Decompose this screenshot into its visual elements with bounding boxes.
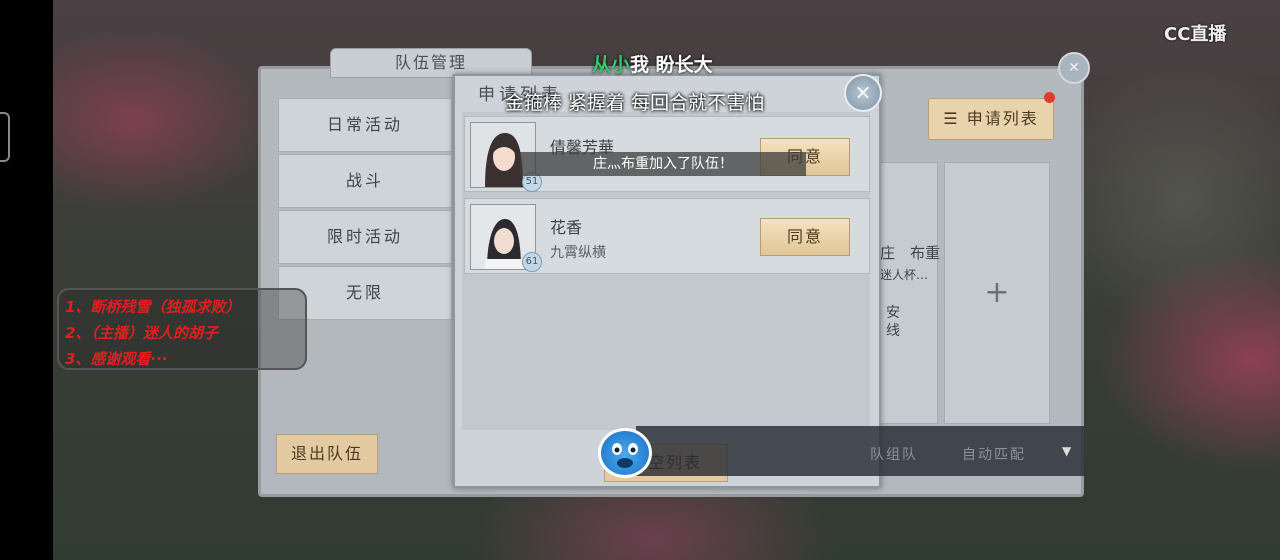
- requester-guild: 九霄纵横: [550, 245, 606, 261]
- menu-item-limited[interactable]: 限时活动: [278, 210, 452, 264]
- mascot-icon[interactable]: [598, 428, 652, 478]
- team-formation-label[interactable]: 队组队: [870, 444, 918, 464]
- panel-close-icon[interactable]: ✕: [1058, 52, 1090, 84]
- note-line-3: 3、感谢观看···: [65, 350, 168, 368]
- notification-dot: [1044, 92, 1055, 103]
- join-toast: 庄灬布重加入了队伍！: [520, 152, 806, 176]
- chevron-down-icon[interactable]: ▼: [1062, 444, 1071, 458]
- member-line4: 线: [886, 323, 900, 339]
- apply-list-button[interactable]: ☰ 申请列表: [928, 98, 1054, 140]
- member-name: 庄 布重: [880, 244, 941, 262]
- close-icon[interactable]: ×: [844, 74, 882, 112]
- apply-list-label: 申请列表: [966, 109, 1039, 128]
- lyric-rest: 我 盼长大: [630, 54, 713, 76]
- menu-item-daily[interactable]: 日常活动: [278, 98, 452, 152]
- lyric-highlight: 从小: [592, 54, 631, 76]
- level-badge: 61: [522, 252, 542, 272]
- lyric-line-2: 金箍棒 紧握着 每回合就不害怕: [505, 92, 765, 114]
- member-line2: 迷人杯…: [880, 268, 929, 282]
- streamer-notes: 1、断桥残雪（独孤求败） 2、（主播）迷人的胡子 3、感谢观看···: [57, 288, 307, 370]
- side-handle[interactable]: [0, 112, 10, 162]
- add-member-slot[interactable]: +: [944, 162, 1050, 424]
- requester-name: 花香: [550, 218, 583, 237]
- cc-live-logo: CC直播: [1164, 24, 1227, 45]
- mascot-face-icon: [612, 443, 638, 468]
- exit-team-button[interactable]: 退出队伍: [276, 434, 378, 474]
- lyric-line-1: 从小我 盼长大: [592, 50, 713, 77]
- auto-match-label[interactable]: 自动匹配: [962, 444, 1026, 464]
- note-line-1: 1、断桥残雪（独孤求败）: [65, 298, 241, 316]
- member-line3: 安: [886, 305, 900, 321]
- menu-item-battle[interactable]: 战斗: [278, 154, 452, 208]
- note-line-2: 2、（主播）迷人的胡子: [65, 324, 218, 342]
- member-card[interactable]: [878, 162, 938, 424]
- agree-button[interactable]: 同意: [760, 218, 850, 256]
